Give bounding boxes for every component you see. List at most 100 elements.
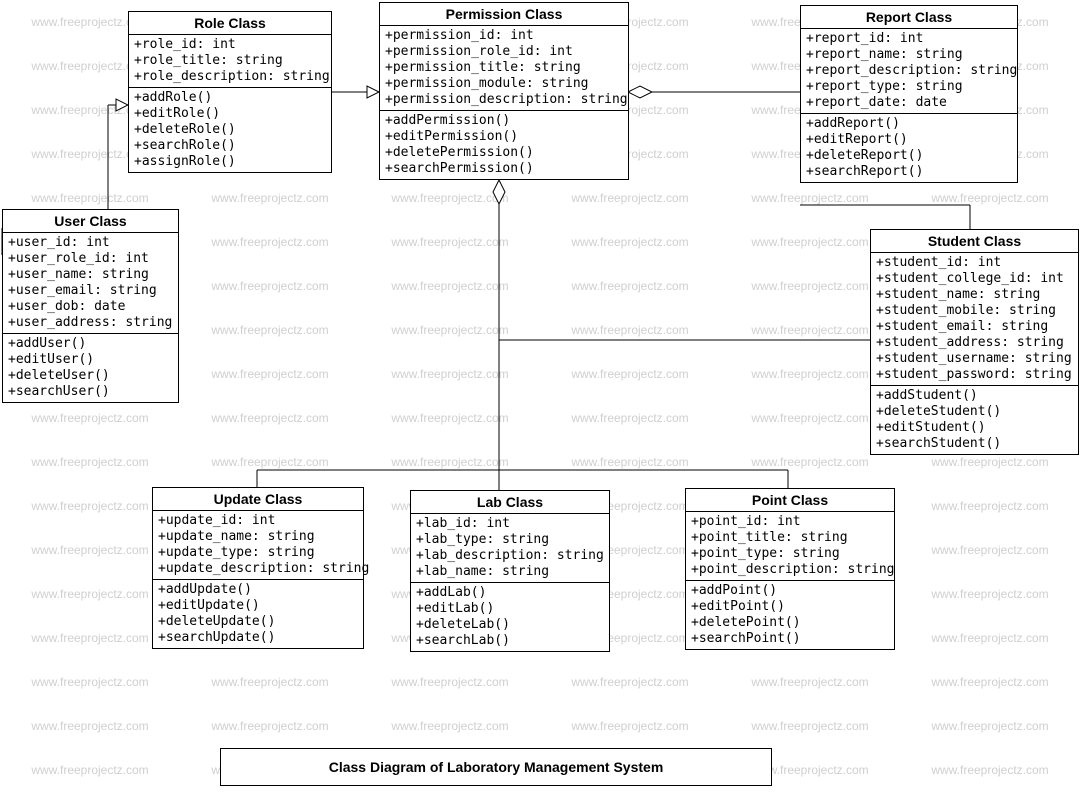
class-line: +addUser() (8, 336, 173, 352)
diagram-title: Class Diagram of Laboratory Management S… (220, 748, 772, 786)
class-student-methods: +addStudent()+deleteStudent()+editStuden… (871, 386, 1078, 454)
class-line: +deleteReport() (806, 148, 1012, 164)
class-line: +searchUpdate() (158, 630, 358, 646)
class-line: +deletePoint() (691, 615, 889, 631)
class-lab: Lab Class +lab_id: int+lab_type: string+… (410, 490, 610, 652)
class-role-methods: +addRole()+editRole()+deleteRole()+searc… (129, 88, 331, 172)
class-line: +student_name: string (876, 287, 1073, 303)
class-line: +addReport() (806, 116, 1012, 132)
class-line: +report_date: date (806, 95, 1012, 111)
class-report-title: Report Class (801, 6, 1017, 29)
class-line: +student_password: string (876, 367, 1073, 383)
class-line: +permission_id: int (385, 28, 623, 44)
class-line: +student_id: int (876, 255, 1073, 271)
class-line: +searchUser() (8, 384, 173, 400)
class-line: +assignRole() (134, 154, 326, 170)
class-line: +user_role_id: int (8, 251, 173, 267)
class-permission-methods: +addPermission()+editPermission()+delete… (380, 111, 628, 179)
class-line: +searchLab() (416, 633, 604, 649)
class-line: +user_email: string (8, 283, 173, 299)
class-line: +lab_type: string (416, 532, 604, 548)
class-line: +deleteRole() (134, 122, 326, 138)
class-update-attributes: +update_id: int+update_name: string+upda… (153, 511, 363, 580)
class-line: +student_address: string (876, 335, 1073, 351)
class-role-title: Role Class (129, 12, 331, 35)
class-line: +editReport() (806, 132, 1012, 148)
class-line: +permission_role_id: int (385, 44, 623, 60)
class-line: +editStudent() (876, 420, 1073, 436)
class-lab-methods: +addLab()+editLab()+deleteLab()+searchLa… (411, 583, 609, 651)
class-line: +deleteLab() (416, 617, 604, 633)
class-line: +report_type: string (806, 79, 1012, 95)
class-line: +update_description: string (158, 561, 358, 577)
class-line: +searchRole() (134, 138, 326, 154)
class-line: +addPermission() (385, 113, 623, 129)
class-report: Report Class +report_id: int+report_name… (800, 5, 1018, 183)
class-line: +deleteUser() (8, 368, 173, 384)
class-update-methods: +addUpdate()+editUpdate()+deleteUpdate()… (153, 580, 363, 648)
class-user-methods: +addUser()+editUser()+deleteUser()+searc… (3, 334, 178, 402)
class-line: +searchStudent() (876, 436, 1073, 452)
class-lab-title: Lab Class (411, 491, 609, 514)
class-point-attributes: +point_id: int+point_title: string+point… (686, 512, 894, 581)
class-permission-title: Permission Class (380, 3, 628, 26)
class-line: +student_username: string (876, 351, 1073, 367)
class-report-attributes: +report_id: int+report_name: string+repo… (801, 29, 1017, 114)
class-line: +lab_description: string (416, 548, 604, 564)
class-line: +report_name: string (806, 47, 1012, 63)
class-line: +editLab() (416, 601, 604, 617)
class-line: +lab_name: string (416, 564, 604, 580)
class-line: +editPoint() (691, 599, 889, 615)
class-line: +editRole() (134, 106, 326, 122)
class-permission-attributes: +permission_id: int+permission_role_id: … (380, 26, 628, 111)
class-line: +permission_description: string (385, 92, 623, 108)
class-line: +point_description: string (691, 562, 889, 578)
class-student-title: Student Class (871, 230, 1078, 253)
class-line: +role_title: string (134, 53, 326, 69)
class-line: +update_type: string (158, 545, 358, 561)
class-user: User Class +user_id: int+user_role_id: i… (2, 209, 179, 403)
class-line: +role_id: int (134, 37, 326, 53)
class-line: +deletePermission() (385, 145, 623, 161)
class-line: +editUser() (8, 352, 173, 368)
class-line: +student_college_id: int (876, 271, 1073, 287)
class-lab-attributes: +lab_id: int+lab_type: string+lab_descri… (411, 514, 609, 583)
class-line: +report_id: int (806, 31, 1012, 47)
class-report-methods: +addReport()+editReport()+deleteReport()… (801, 114, 1017, 182)
class-line: +point_type: string (691, 546, 889, 562)
class-line: +update_name: string (158, 529, 358, 545)
class-line: +editUpdate() (158, 598, 358, 614)
class-point-title: Point Class (686, 489, 894, 512)
class-point-methods: +addPoint()+editPoint()+deletePoint()+se… (686, 581, 894, 649)
class-student-attributes: +student_id: int+student_college_id: int… (871, 253, 1078, 386)
class-line: +student_mobile: string (876, 303, 1073, 319)
class-line: +permission_module: string (385, 76, 623, 92)
class-line: +user_name: string (8, 267, 173, 283)
class-role: Role Class +role_id: int+role_title: str… (128, 11, 332, 173)
class-permission: Permission Class +permission_id: int+per… (379, 2, 629, 180)
class-line: +addPoint() (691, 583, 889, 599)
class-update-title: Update Class (153, 488, 363, 511)
class-role-attributes: +role_id: int+role_title: string+role_de… (129, 35, 331, 88)
class-line: +searchPoint() (691, 631, 889, 647)
class-line: +permission_title: string (385, 60, 623, 76)
class-line: +searchReport() (806, 164, 1012, 180)
class-line: +role_description: string (134, 69, 326, 85)
class-line: +deleteUpdate() (158, 614, 358, 630)
class-point: Point Class +point_id: int+point_title: … (685, 488, 895, 650)
class-line: +student_email: string (876, 319, 1073, 335)
class-line: +user_dob: date (8, 299, 173, 315)
class-line: +addLab() (416, 585, 604, 601)
class-line: +deleteStudent() (876, 404, 1073, 420)
class-line: +user_id: int (8, 235, 173, 251)
class-line: +searchPermission() (385, 161, 623, 177)
class-line: +point_id: int (691, 514, 889, 530)
class-line: +report_description: string (806, 63, 1012, 79)
class-line: +user_address: string (8, 315, 173, 331)
class-line: +addUpdate() (158, 582, 358, 598)
class-line: +addRole() (134, 90, 326, 106)
class-user-title: User Class (3, 210, 178, 233)
class-user-attributes: +user_id: int+user_role_id: int+user_nam… (3, 233, 178, 334)
class-line: +update_id: int (158, 513, 358, 529)
class-line: +addStudent() (876, 388, 1073, 404)
